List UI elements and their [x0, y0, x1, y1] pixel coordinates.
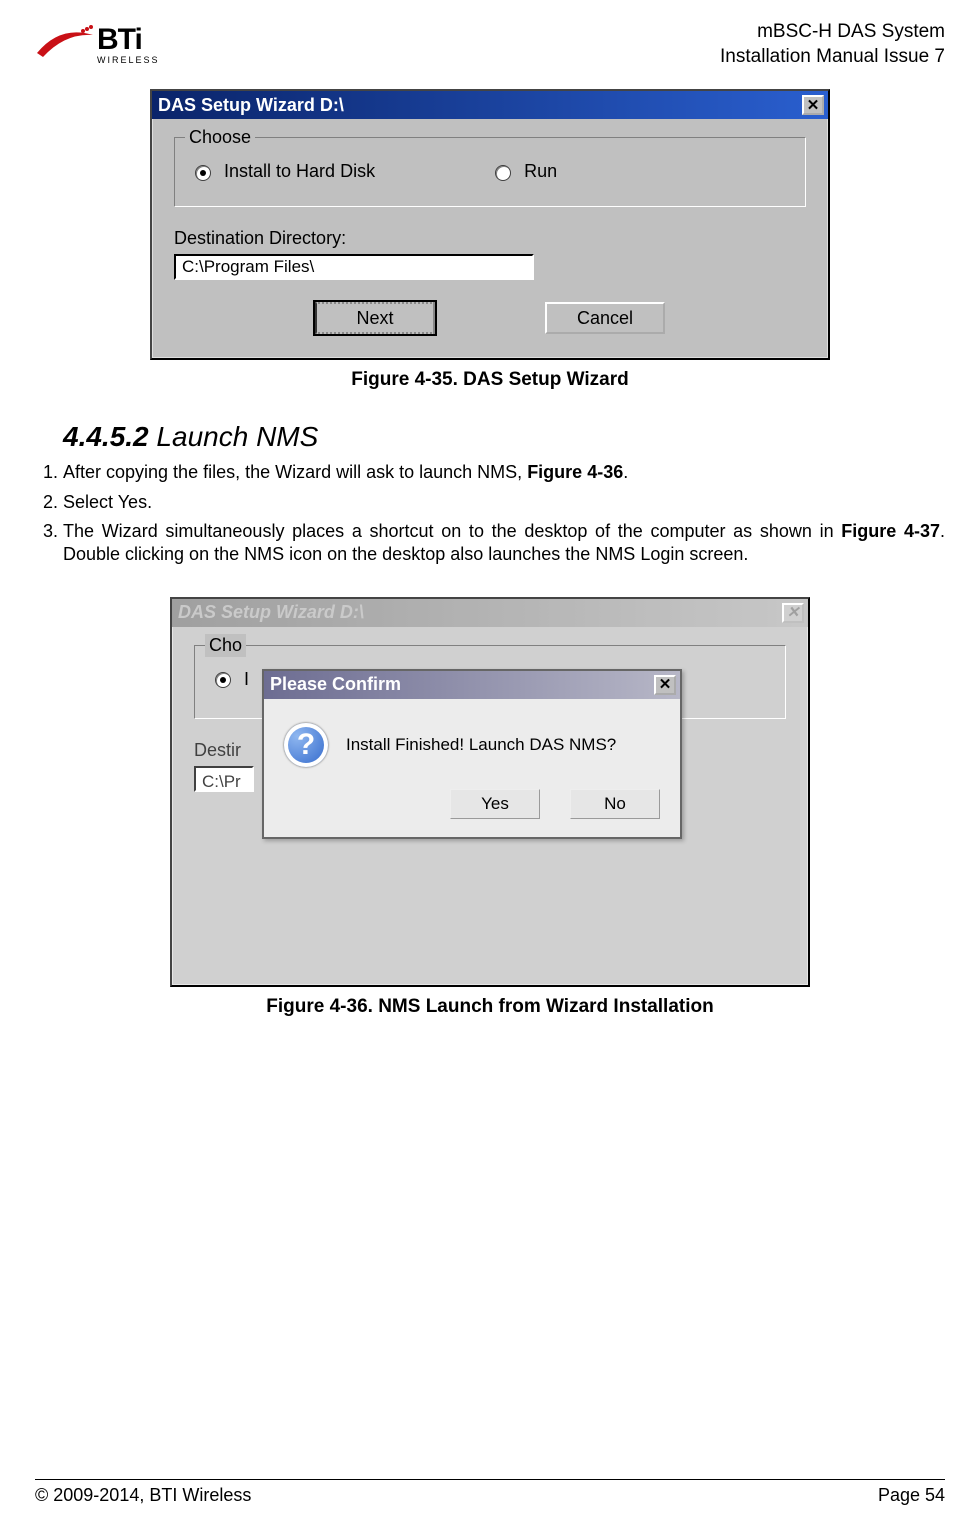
- logo-text-block: BTi WIRELESS: [97, 20, 160, 67]
- next-button[interactable]: Next: [315, 302, 435, 334]
- radio-icon: [195, 165, 211, 181]
- parent-dialog-title: DAS Setup Wizard D:\: [178, 601, 364, 624]
- radio-icon: [495, 165, 511, 181]
- copyright: © 2009-2014, BTI Wireless: [35, 1484, 251, 1507]
- no-button[interactable]: No: [570, 789, 660, 819]
- cancel-button[interactable]: Cancel: [545, 302, 665, 334]
- please-confirm-dialog: Please Confirm ✕ ? Install Finished! Lau…: [262, 669, 682, 839]
- das-setup-wizard-dialog: DAS Setup Wizard D:\ ✕ Choose Install to…: [150, 89, 830, 360]
- radio-run[interactable]: Run: [495, 160, 557, 183]
- yes-button[interactable]: Yes: [450, 789, 540, 819]
- page-footer: © 2009-2014, BTI Wireless Page 54: [35, 1479, 945, 1507]
- dialog-titlebar[interactable]: DAS Setup Wizard D:\ ✕: [152, 91, 828, 119]
- destination-directory-input[interactable]: [174, 254, 534, 280]
- close-icon[interactable]: ✕: [654, 675, 676, 695]
- close-icon[interactable]: ✕: [802, 95, 824, 115]
- doc-issue: Installation Manual Issue 7: [720, 45, 945, 70]
- logo: BTi WIRELESS: [35, 20, 160, 67]
- figure-4-36: DAS Setup Wizard D:\ ✕ Cho I Destir C:\P…: [170, 597, 810, 1020]
- confirm-titlebar[interactable]: Please Confirm ✕: [264, 671, 680, 699]
- section-number: 4.4.5.2: [63, 421, 149, 452]
- choose-label: Choose: [185, 126, 255, 149]
- destination-directory-label: Destination Directory:: [174, 227, 806, 250]
- figure-4-36-caption: Figure 4-36. NMS Launch from Wizard Inst…: [170, 995, 810, 1020]
- doc-system-name: mBSC-H DAS System: [720, 20, 945, 45]
- figure-4-35-caption: Figure 4-35. DAS Setup Wizard: [150, 368, 830, 393]
- radio-icon: [215, 672, 231, 688]
- section-title: Launch NMS: [156, 421, 318, 452]
- figure-ref-4-37: Figure 4-37: [841, 521, 940, 541]
- section-heading: 4.4.5.2 Launch NMS: [63, 419, 945, 455]
- steps-list: After copying the files, the Wizard will…: [63, 461, 945, 567]
- radio-install-label: Install to Hard Disk: [224, 161, 375, 181]
- page-header: BTi WIRELESS mBSC-H DAS System Installat…: [35, 20, 945, 69]
- figure-ref-4-36: Figure 4-36: [527, 462, 623, 482]
- logo-sub-text: WIRELESS: [97, 55, 160, 67]
- parent-wizard-dialog-dimmed: DAS Setup Wizard D:\ ✕ Cho I Destir C:\P…: [170, 597, 810, 987]
- figure-4-35: DAS Setup Wizard D:\ ✕ Choose Install to…: [150, 89, 830, 392]
- confirm-message: Install Finished! Launch DAS NMS?: [346, 734, 616, 756]
- header-right: mBSC-H DAS System Installation Manual Is…: [720, 20, 945, 69]
- radio-install-to-hard-disk[interactable]: Install to Hard Disk: [195, 160, 375, 183]
- step-1: After copying the files, the Wizard will…: [63, 461, 945, 484]
- destination-path-partial: C:\Pr: [194, 766, 254, 792]
- dialog-title: DAS Setup Wizard D:\: [158, 94, 344, 117]
- choose-label-partial: Cho: [205, 634, 246, 657]
- parent-dialog-titlebar: DAS Setup Wizard D:\ ✕: [172, 599, 808, 627]
- logo-swoosh-icon: [35, 23, 95, 63]
- confirm-title: Please Confirm: [270, 673, 401, 696]
- logo-main-text: BTi: [97, 20, 160, 59]
- page-number: Page 54: [878, 1484, 945, 1507]
- question-icon: ?: [284, 723, 328, 767]
- radio-install-partial: I: [215, 669, 249, 689]
- step-2: Select Yes.: [63, 491, 945, 514]
- step-3: The Wizard simultaneously places a short…: [63, 520, 945, 567]
- close-icon: ✕: [782, 603, 804, 623]
- choose-groupbox: Choose Install to Hard Disk Run: [174, 137, 806, 206]
- radio-run-label: Run: [524, 161, 557, 181]
